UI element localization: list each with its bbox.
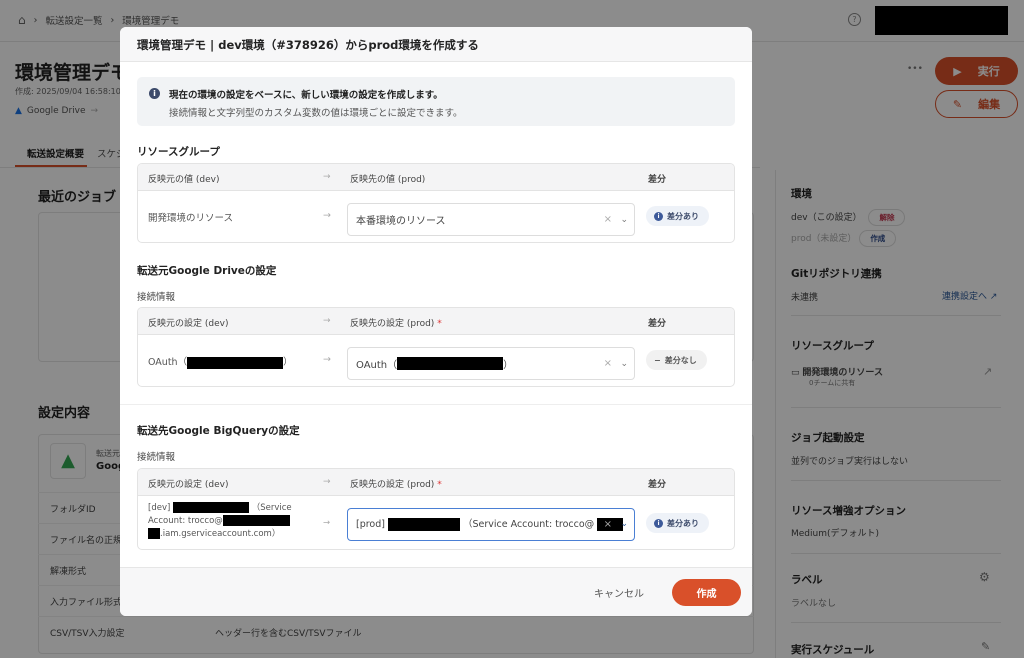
header-diff: 差分 [648, 319, 667, 329]
header-src: 反映元の設定 (dev) [148, 319, 229, 329]
rg-section-title: リソースグループ [137, 146, 220, 158]
arrow-right-icon: → [323, 210, 331, 221]
header-dst: 反映先の設定 (prod) [350, 480, 435, 490]
info-line1: 現在の環境の設定をベースに、新しい環境の設定を作成します。 [169, 90, 443, 101]
diff-badge: i 差分あり [646, 513, 709, 533]
bq-section-title: 転送先Google BigQueryの設定 [137, 425, 300, 437]
table-row: [dev] （Service Account: trocco@ .iam.gse… [138, 496, 734, 549]
dst-prefix: OAuth（ [356, 360, 398, 371]
diff-badge: − 差分なし [646, 350, 707, 370]
table-header: 反映元の値 (dev) → 反映先の値 (prod) 差分 [138, 164, 734, 191]
src-prefix: OAuth（ [148, 357, 188, 368]
redacted [173, 502, 249, 513]
info-icon: i [654, 211, 663, 221]
arrow-right-icon: → [323, 172, 331, 182]
redacted [187, 356, 284, 369]
table-row: 開発環境のリソース → 本番環境のリソース × ⌄ i 差分あり [138, 191, 734, 242]
dst-part: （Service Account: trocco@ [462, 519, 595, 530]
src-part: Account: trocco@ [148, 516, 223, 526]
header-src: 反映元の設定 (dev) [148, 480, 229, 490]
info-banner: i 現在の環境の設定をベースに、新しい環境の設定を作成します。 接続情報と文字列… [137, 77, 735, 126]
header-dst: 反映先の値 (prod) [350, 175, 426, 185]
src-part: （Service [251, 503, 292, 513]
required-mark: * [437, 480, 442, 490]
clear-icon[interactable]: × [604, 518, 612, 531]
drive-connection-select[interactable]: OAuth（ ） × ⌄ [347, 347, 635, 380]
clear-icon[interactable]: × [604, 358, 612, 369]
info-line2: 接続情報と文字列型のカスタム変数の値は環境ごとに設定できます。 [169, 108, 463, 119]
src-value: [dev] （Service Account: trocco@ .iam.gse… [148, 502, 318, 541]
drive-subtitle: 接続情報 [137, 292, 176, 303]
table-row: OAuth（ ） → OAuth（ ） × ⌄ − 差分なし [138, 335, 734, 386]
src-suffix: ） [283, 357, 293, 368]
create-env-modal: 環境管理デモ | dev環境（#378926）からprod環境を作成する i 現… [120, 27, 752, 616]
rg-table: 反映元の値 (dev) → 反映先の値 (prod) 差分 開発環境のリソース … [137, 163, 735, 243]
chevron-down-icon[interactable]: ⌄ [620, 359, 628, 369]
drive-section-title: 転送元Google Driveの設定 [137, 265, 277, 277]
header-dst: 反映先の設定 (prod) [350, 319, 435, 329]
redacted [148, 528, 160, 539]
chevron-down-icon[interactable]: ⌄ [620, 215, 628, 225]
cancel-button[interactable]: キャンセル [594, 585, 644, 600]
arrow-right-icon: → [323, 477, 331, 487]
bq-subtitle: 接続情報 [137, 452, 176, 463]
header-diff: 差分 [648, 175, 667, 185]
redacted [397, 357, 504, 370]
dst-suffix: ） [503, 360, 514, 371]
create-button[interactable]: 作成 [672, 579, 741, 606]
src-value: 開発環境のリソース [148, 213, 234, 224]
header-src: 反映元の値 (dev) [148, 175, 220, 185]
bq-connection-select[interactable]: [prod] （Service Account: trocco@ × ⌄ [347, 508, 635, 541]
arrow-right-icon: → [323, 316, 331, 326]
modal-title: 環境管理デモ | dev環境（#378926）からprod環境を作成する [120, 27, 752, 62]
src-part: .iam.gserviceaccount.com） [160, 529, 281, 539]
diff-badge: i 差分あり [646, 206, 709, 226]
arrow-right-icon: → [323, 354, 331, 365]
diff-label: 差分なし [664, 355, 697, 365]
clear-icon[interactable]: × [604, 214, 612, 225]
table-header: 反映元の設定 (dev) → 反映先の設定 (prod) * 差分 [138, 308, 734, 335]
diff-label: 差分あり [667, 211, 699, 221]
header-diff: 差分 [648, 480, 667, 490]
divider [120, 404, 752, 405]
drive-table: 反映元の設定 (dev) → 反映先の設定 (prod) * 差分 OAuth（… [137, 307, 735, 387]
info-icon: i [149, 88, 160, 99]
dst-part: [prod] [356, 519, 385, 530]
modal-footer: キャンセル 作成 [120, 567, 752, 616]
info-icon: i [654, 518, 663, 528]
redacted [222, 515, 290, 526]
arrow-right-icon: → [323, 518, 331, 528]
required-mark: * [437, 319, 442, 329]
src-part: [dev] [148, 503, 171, 513]
rg-select[interactable]: 本番環境のリソース × ⌄ [347, 203, 635, 236]
diff-label: 差分あり [667, 518, 699, 528]
minus-icon: − [654, 355, 661, 365]
bq-table: 反映元の設定 (dev) → 反映先の設定 (prod) * 差分 [dev] … [137, 468, 735, 550]
chevron-down-icon[interactable]: ⌄ [620, 518, 628, 531]
table-header: 反映元の設定 (dev) → 反映先の設定 (prod) * 差分 [138, 469, 734, 496]
selected-value: 本番環境のリソース [356, 216, 446, 227]
redacted [387, 518, 460, 531]
